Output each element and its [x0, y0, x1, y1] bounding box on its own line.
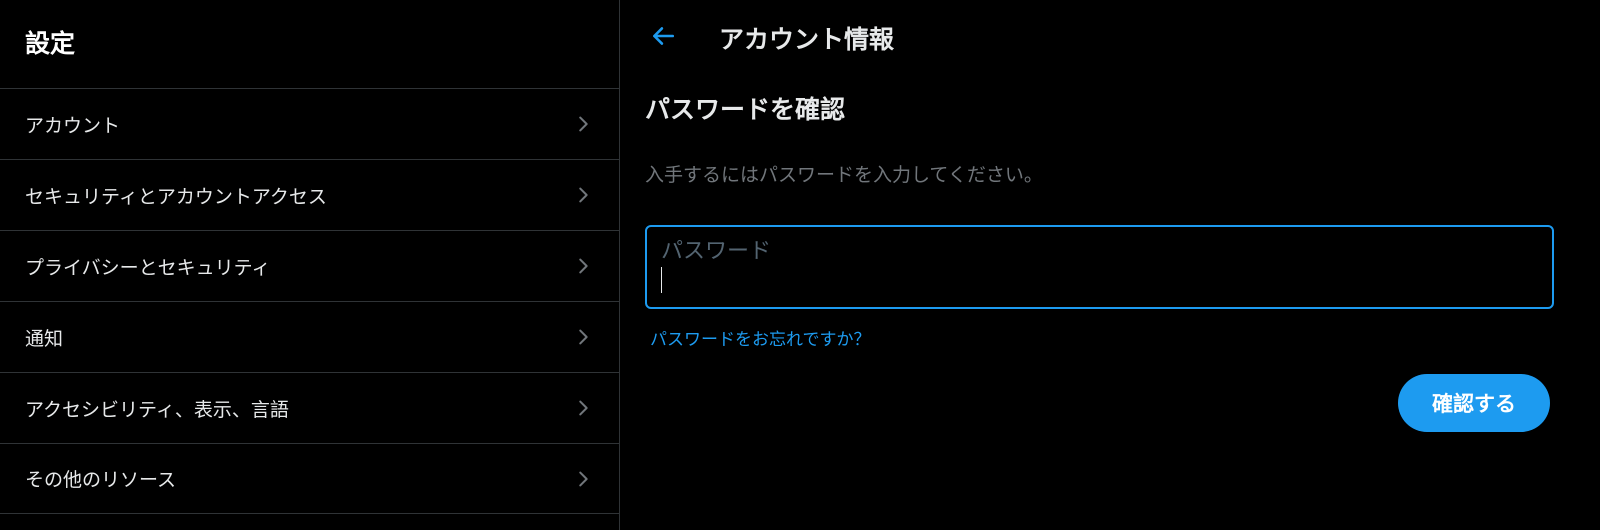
section-description: 入手するにはパスワードを入力してください。 — [645, 160, 1545, 187]
page-title: アカウント情報 — [719, 20, 894, 56]
settings-sidebar: 設定 アカウント セキュリティとアカウントアクセス プライバシーとセキュリティ … — [0, 0, 620, 530]
chevron-right-icon — [572, 255, 594, 277]
main-panel: アカウント情報 パスワードを確認 入手するにはパスワードを入力してください。 パ… — [620, 0, 1600, 530]
sidebar-item-account[interactable]: アカウント — [0, 88, 619, 159]
sidebar-item-label: 通知 — [25, 324, 63, 351]
back-button[interactable] — [645, 20, 681, 56]
chevron-right-icon — [572, 397, 594, 419]
arrow-left-icon — [650, 23, 676, 54]
sidebar-item-label: セキュリティとアカウントアクセス — [25, 182, 327, 209]
chevron-right-icon — [572, 468, 594, 490]
main-header: アカウント情報 — [620, 0, 1570, 84]
sidebar-item-privacy[interactable]: プライバシーとセキュリティ — [0, 230, 619, 301]
sidebar-title: 設定 — [0, 0, 619, 88]
confirm-button[interactable]: 確認する — [1398, 374, 1550, 432]
sidebar-item-label: アカウント — [25, 111, 120, 138]
text-cursor — [661, 267, 662, 293]
sidebar-item-label: プライバシーとセキュリティ — [25, 253, 270, 280]
confirm-password-section: パスワードを確認 入手するにはパスワードを入力してください。 — [620, 84, 1570, 225]
section-heading: パスワードを確認 — [645, 90, 1545, 126]
sidebar-item-accessibility[interactable]: アクセシビリティ、表示、言語 — [0, 372, 619, 443]
sidebar-item-label: その他のリソース — [25, 465, 176, 492]
chevron-right-icon — [572, 326, 594, 348]
sidebar-item-notifications[interactable]: 通知 — [0, 301, 619, 372]
sidebar-item-security-access[interactable]: セキュリティとアカウントアクセス — [0, 159, 619, 230]
password-input-row — [661, 263, 1538, 293]
forgot-password-link[interactable]: パスワードをお忘れですか？ — [650, 325, 1570, 350]
password-label: パスワード — [661, 239, 1538, 263]
chevron-right-icon — [572, 113, 594, 135]
chevron-right-icon — [572, 184, 594, 206]
action-row: 確認する — [620, 374, 1570, 432]
sidebar-item-label: アクセシビリティ、表示、言語 — [25, 395, 289, 422]
sidebar-item-more-resources[interactable]: その他のリソース — [0, 443, 619, 514]
password-field[interactable]: パスワード — [645, 225, 1554, 309]
